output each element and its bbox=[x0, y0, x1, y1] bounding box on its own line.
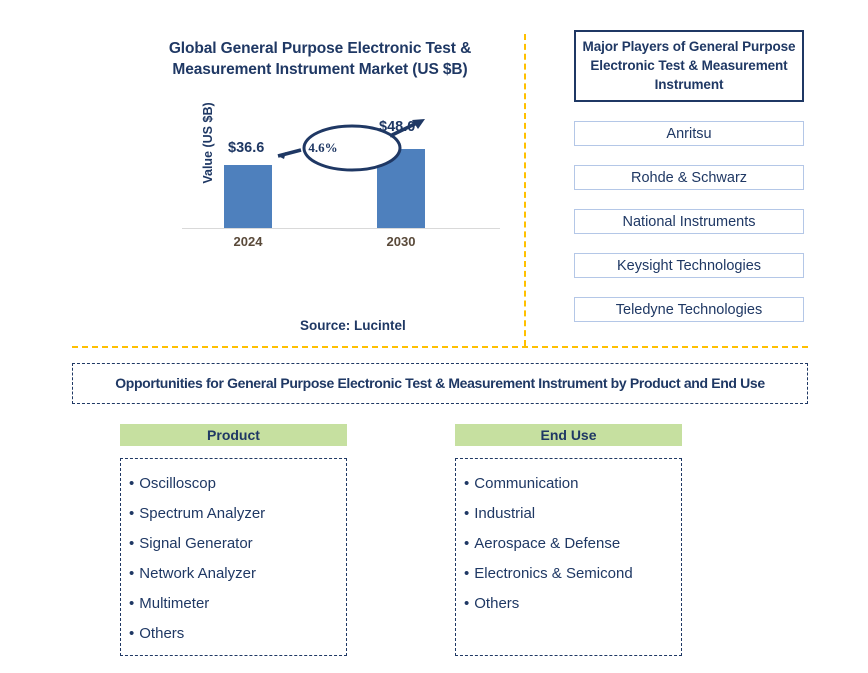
end-use-item-electronics-semicond: Electronics & Semicond bbox=[474, 565, 633, 582]
product-item-others: Others bbox=[139, 625, 185, 642]
player-item-national-instruments[interactable]: National Instruments bbox=[574, 209, 804, 234]
source-label: Source: Lucintel bbox=[300, 318, 406, 333]
end-use-category-header: End Use bbox=[455, 424, 682, 446]
player-item-keysight-technologies[interactable]: Keysight Technologies bbox=[574, 253, 804, 278]
product-category-header: Product bbox=[120, 424, 347, 446]
list-item: • Communication bbox=[464, 469, 681, 499]
chart-baseline bbox=[182, 228, 500, 229]
major-players-header: Major Players of General Purpose Electro… bbox=[574, 30, 804, 102]
player-item-rohde-schwarz[interactable]: Rohde & Schwarz bbox=[574, 165, 804, 190]
horizontal-section-divider bbox=[72, 346, 808, 348]
list-item: • Multimeter bbox=[129, 589, 346, 619]
list-item: • Others bbox=[464, 589, 681, 619]
player-item-anritsu[interactable]: Anritsu bbox=[574, 121, 804, 146]
bar-chart-plot: Value (US $B) $36.6 $48.0 2024 2030 4.6% bbox=[160, 102, 500, 249]
major-players-panel: Major Players of General Purpose Electro… bbox=[574, 30, 804, 322]
bar-value-2024: $36.6 bbox=[228, 140, 265, 156]
bullet-icon: • bbox=[129, 565, 135, 582]
bullet-icon: • bbox=[464, 565, 470, 582]
bullet-icon: • bbox=[129, 595, 135, 612]
bullet-icon: • bbox=[129, 505, 135, 522]
end-use-list-box: • Communication • Industrial • Aerospace & … bbox=[455, 458, 682, 656]
bullet-icon: • bbox=[464, 475, 470, 492]
market-chart-panel: Global General Purpose Electronic Test &… bbox=[0, 0, 520, 346]
list-item: • Electronics & Semicond bbox=[464, 559, 681, 589]
list-item: • Signal Generator bbox=[129, 529, 346, 559]
bullet-icon: • bbox=[129, 625, 135, 642]
x-tick-2024: 2024 bbox=[233, 234, 263, 249]
bar-2024 bbox=[224, 165, 272, 228]
end-use-item-communication: Communication bbox=[474, 475, 579, 492]
opportunities-banner: Opportunities for General Purpose Electr… bbox=[72, 363, 808, 404]
product-list: • Oscilloscop • Spectrum Analyzer • Signal … bbox=[129, 469, 346, 649]
end-use-item-industrial: Industrial bbox=[474, 505, 536, 522]
product-item-signal-generator: Signal Generator bbox=[139, 535, 253, 552]
product-item-oscilloscop: Oscilloscop bbox=[139, 475, 216, 492]
end-use-item-others: Others bbox=[474, 595, 520, 612]
y-axis-label: Value (US $B) bbox=[201, 102, 215, 184]
bullet-icon: • bbox=[464, 505, 470, 522]
list-item: • Network Analyzer bbox=[129, 559, 346, 589]
list-item: • Industrial bbox=[464, 499, 681, 529]
product-item-multimeter: Multimeter bbox=[139, 595, 210, 612]
end-use-item-aerospace-defense: Aerospace & Defense bbox=[474, 535, 621, 552]
product-item-network-analyzer: Network Analyzer bbox=[139, 565, 256, 582]
product-list-box: • Oscilloscop • Spectrum Analyzer • Signal … bbox=[120, 458, 347, 656]
bullet-icon: • bbox=[129, 475, 135, 492]
bullet-icon: • bbox=[464, 535, 470, 552]
x-tick-2030: 2030 bbox=[386, 234, 416, 249]
cagr-value: 4.6% bbox=[308, 140, 338, 155]
chart-title: Global General Purpose Electronic Test &… bbox=[168, 40, 472, 78]
end-use-list: • Communication • Industrial • Aerospace & … bbox=[464, 469, 681, 619]
list-item: • Others bbox=[129, 619, 346, 649]
bullet-icon: • bbox=[129, 535, 135, 552]
player-item-teledyne-technologies[interactable]: Teledyne Technologies bbox=[574, 297, 804, 322]
list-item: • Oscilloscop bbox=[129, 469, 346, 499]
product-item-spectrum-analyzer: Spectrum Analyzer bbox=[139, 505, 266, 522]
list-item: • Spectrum Analyzer bbox=[129, 499, 346, 529]
list-item: • Aerospace & Defense bbox=[464, 529, 681, 559]
bullet-icon: • bbox=[464, 595, 470, 612]
vertical-section-divider bbox=[524, 34, 526, 346]
